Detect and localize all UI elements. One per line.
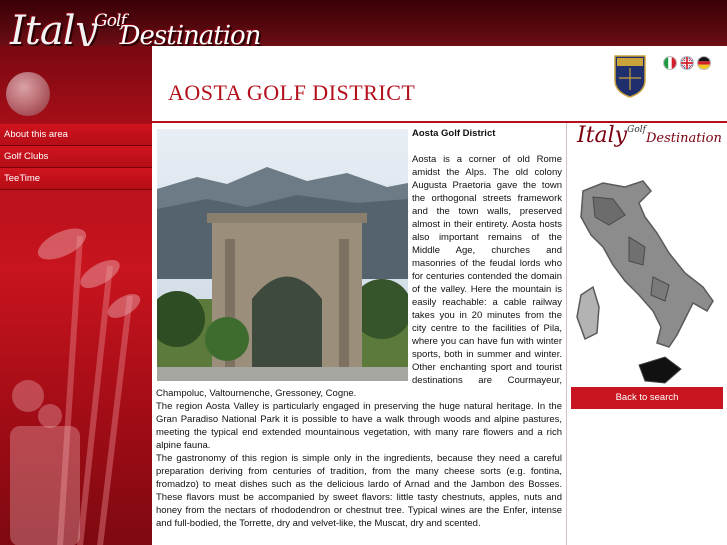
mini-logo-destination-text: Destination <box>645 131 722 146</box>
article-body: Aosta Golf District Aosta is a corner of… <box>156 127 562 530</box>
italian-flag-icon[interactable] <box>663 56 677 70</box>
back-to-search-button[interactable]: Back to search <box>571 387 723 409</box>
crest-icon <box>614 55 646 98</box>
language-selector <box>663 56 711 70</box>
mini-logo: ItalyGolfDestination <box>577 123 722 148</box>
article-paragraph: The region Aosta Valley is particularly … <box>156 401 562 451</box>
right-column: ItalyGolfDestination <box>566 123 727 545</box>
italy-map-icon[interactable] <box>573 177 723 397</box>
page-title: AOSTA GOLF DISTRICT <box>168 80 416 105</box>
sidebar-item-about-area[interactable]: About this area <box>0 124 152 146</box>
golf-ball-graphic <box>6 72 50 116</box>
sidebar-item-golf-clubs[interactable]: Golf Clubs <box>0 146 152 168</box>
uk-flag-icon[interactable] <box>680 56 694 70</box>
sidebar-item-teetime[interactable]: TeeTime <box>0 168 152 190</box>
mini-logo-golf-text: Golf <box>627 125 646 135</box>
article-paragraph: The gastronomy of this region is simple … <box>156 453 562 529</box>
sidebar-nav: About this area Golf Clubs TeeTime <box>0 124 152 190</box>
mini-logo-italy-text: Italy <box>577 123 628 148</box>
german-flag-icon[interactable] <box>697 56 711 70</box>
golf-clubs-graphic <box>10 228 141 545</box>
left-sidebar <box>0 46 152 545</box>
